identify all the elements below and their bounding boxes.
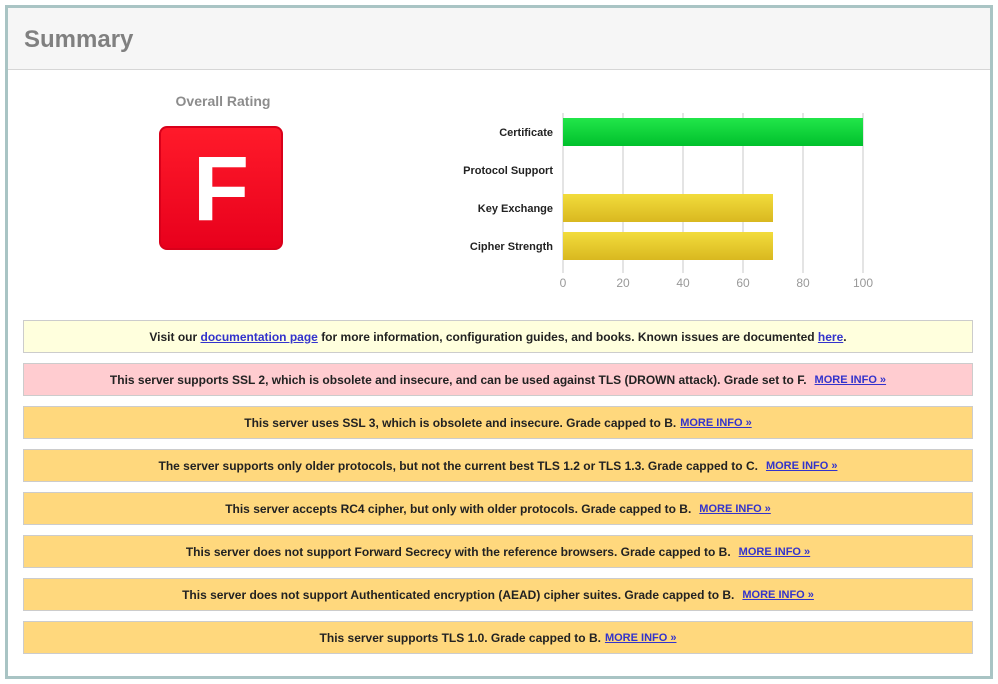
more-info-link[interactable]: MORE INFO » xyxy=(742,589,814,601)
summary-header: Summary xyxy=(8,8,990,70)
tick-label: 60 xyxy=(736,276,750,290)
notice-text: This server does not support Forward Sec… xyxy=(185,544,731,559)
bar xyxy=(563,118,863,146)
notice-forward-secrecy: This server does not support Forward Sec… xyxy=(23,535,973,568)
notice-ssl3: This server uses SSL 3, which is obsolet… xyxy=(23,406,973,439)
more-info-link[interactable]: MORE INFO » xyxy=(739,546,811,558)
tick-label: 80 xyxy=(796,276,810,290)
overall-rating: Overall Rating xyxy=(138,93,308,109)
more-info-link[interactable]: MORE INFO » xyxy=(699,503,771,515)
summary-panel: Summary Overall Rating F 0 20 40 60 80 100 Cer… xyxy=(5,5,993,679)
category-label: Protocol Support xyxy=(463,165,553,177)
notice-text: This server accepts RC4 cipher, but only… xyxy=(225,501,692,516)
page-title: Summary xyxy=(24,26,134,53)
notice-rc4: This server accepts RC4 cipher, but only… xyxy=(23,492,973,525)
more-info-link[interactable]: MORE INFO » xyxy=(605,632,677,644)
bar xyxy=(563,194,773,222)
notice-text: This server supports SSL 2, which is obs… xyxy=(109,372,807,387)
notice-text-pre: Visit our xyxy=(149,329,198,344)
notice-ssl2: This server supports SSL 2, which is obs… xyxy=(23,363,973,396)
tick-label: 20 xyxy=(616,276,630,290)
notice-aead: This server does not support Authenticat… xyxy=(23,578,973,611)
documentation-link[interactable]: documentation page xyxy=(201,330,318,344)
notice-tls10: This server supports TLS 1.0. Grade capp… xyxy=(23,621,973,654)
category-label: Cipher Strength xyxy=(470,241,553,253)
notice-text: The server supports only older protocols… xyxy=(158,458,758,473)
notice-list: Visit our documentation page for more in… xyxy=(23,320,973,664)
category-label: Certificate xyxy=(499,127,553,139)
more-info-link[interactable]: MORE INFO » xyxy=(815,374,887,386)
overall-rating-label: Overall Rating xyxy=(175,93,271,109)
tick-label: 100 xyxy=(853,276,873,290)
notice-text-post: . xyxy=(843,329,847,344)
notice-text: This server supports TLS 1.0. Grade capp… xyxy=(319,630,601,645)
tick-label: 40 xyxy=(676,276,690,290)
tick-label: 0 xyxy=(560,276,567,290)
notice-old-protocols: The server supports only older protocols… xyxy=(23,449,973,482)
notice-text: This server does not support Authenticat… xyxy=(182,587,735,602)
grade-letter: F xyxy=(192,138,250,240)
notice-text: This server uses SSL 3, which is obsolet… xyxy=(244,415,677,430)
grade-badge: F xyxy=(159,126,283,250)
notice-documentation: Visit our documentation page for more in… xyxy=(23,320,973,353)
notice-text-mid: for more information, configuration guid… xyxy=(321,329,815,344)
bar xyxy=(563,232,773,260)
more-info-link[interactable]: MORE INFO » xyxy=(766,460,838,472)
rating-bar-chart: 0 20 40 60 80 100 Certificate Protocol Support K… xyxy=(463,113,873,290)
more-info-link[interactable]: MORE INFO » xyxy=(680,417,752,429)
category-label: Key Exchange xyxy=(478,203,553,215)
known-issues-link[interactable]: here xyxy=(818,330,843,344)
